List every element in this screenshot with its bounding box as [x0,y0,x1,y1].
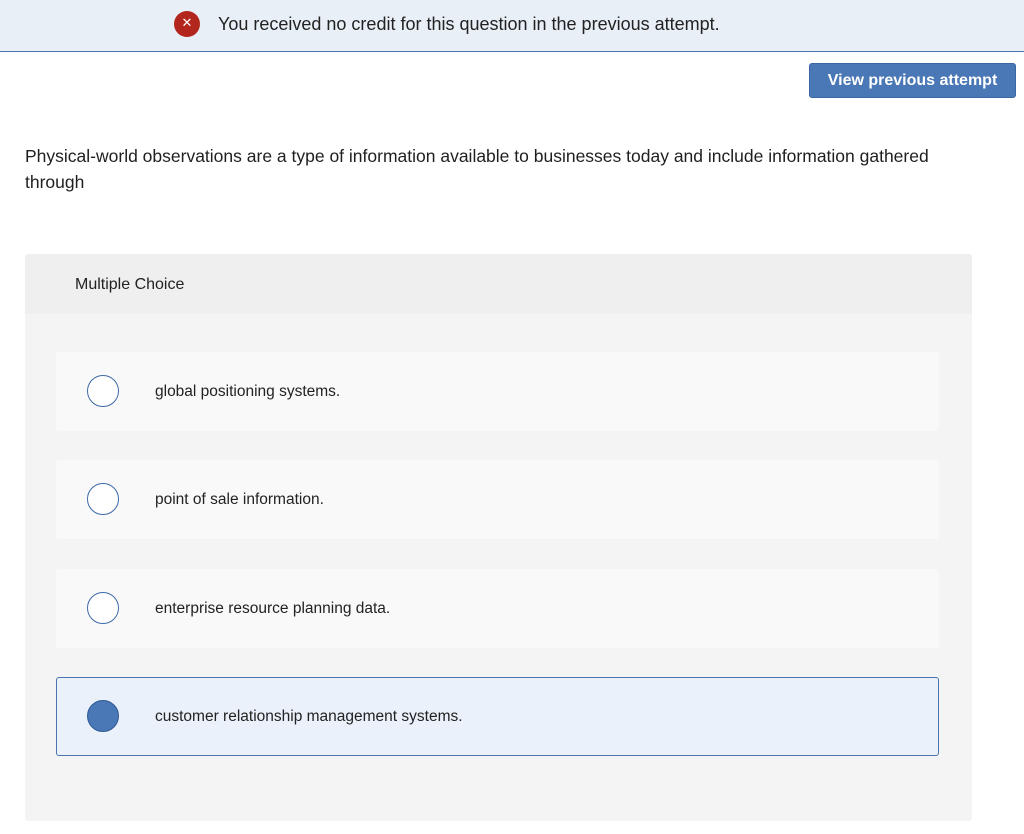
radio-button[interactable] [87,375,119,407]
option-label: enterprise resource planning data. [155,600,391,617]
option-label: global positioning systems. [155,383,341,400]
radio-button-selected[interactable] [87,700,119,732]
radio-button[interactable] [87,483,119,515]
feedback-banner: ✕ You received no credit for this questi… [0,0,1024,52]
banner-message: You received no credit for this question… [218,14,720,34]
option-enterprise-resource[interactable]: enterprise resource planning data. [56,569,939,648]
view-previous-attempt-button[interactable]: View previous attempt [809,63,1016,98]
option-label: customer relationship management systems… [155,708,463,725]
question-text: Physical-world observations are a type o… [25,146,929,192]
option-global-positioning[interactable]: global positioning systems. [56,352,939,431]
option-point-of-sale[interactable]: point of sale information. [56,460,939,539]
x-circle-icon: ✕ [174,11,200,37]
multiple-choice-header: Multiple Choice [25,254,972,314]
multiple-choice-panel: Multiple Choice global positioning syste… [25,254,972,821]
radio-button[interactable] [87,592,119,624]
multiple-choice-label: Multiple Choice [75,276,185,293]
option-customer-relationship[interactable]: customer relationship management systems… [56,677,939,756]
option-label: point of sale information. [155,491,324,508]
